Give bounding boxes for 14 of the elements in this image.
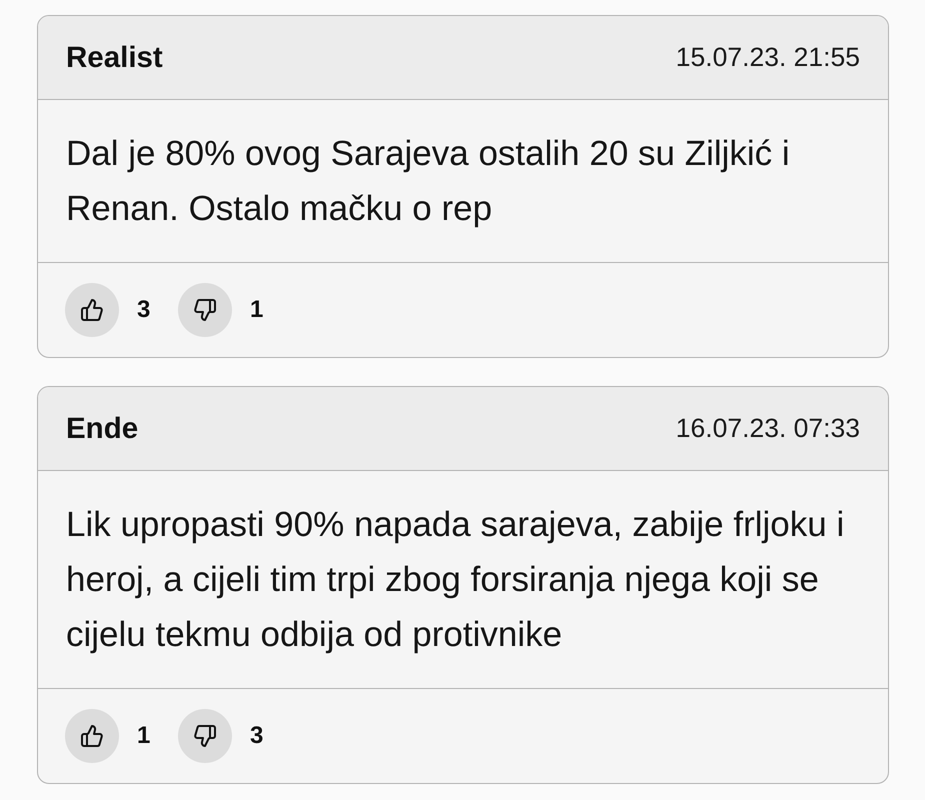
author-name: Ende <box>66 412 138 446</box>
comment-date: 15.07.23. 21:55 <box>676 42 860 73</box>
like-count: 3 <box>137 296 151 324</box>
thumbs-down-icon <box>193 724 217 748</box>
author-name: Realist <box>66 40 163 74</box>
like-count: 1 <box>137 722 151 750</box>
thumbs-up-icon <box>80 724 104 748</box>
dislike-count: 1 <box>250 296 264 324</box>
thumbs-up-icon <box>80 298 104 322</box>
thumbs-down-icon <box>193 298 217 322</box>
comment-text: Dal je 80% ovog Sarajeva ostalih 20 su Ziljkić i Renan. Ostalo mačku o rep <box>66 133 791 230</box>
comment-date: 16.07.23. 07:33 <box>676 413 860 444</box>
dislike-count: 3 <box>250 722 264 750</box>
comment-text: Lik upropasti 90% napada sarajeva, zabije frljoku i heroj, a cijeli tim trpi zbog forsiranja njega koji se cijelu tekmu odbija od protivnike <box>66 504 846 656</box>
